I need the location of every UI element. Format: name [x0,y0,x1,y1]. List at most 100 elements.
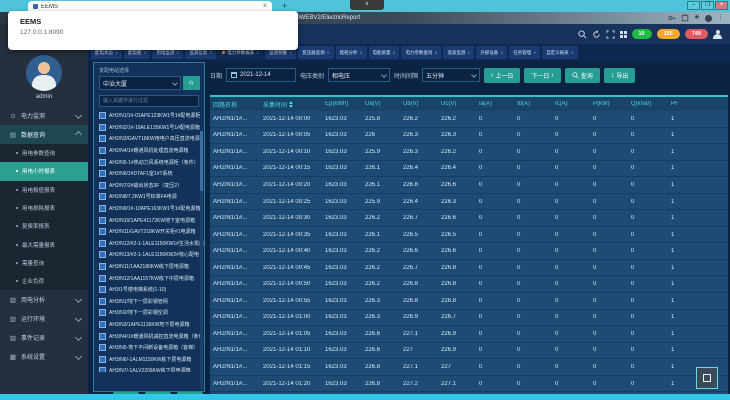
checkbox[interactable] [99,135,106,142]
checkbox[interactable] [99,298,106,305]
checkbox[interactable] [99,251,106,258]
refresh-icon[interactable] [592,30,601,39]
checkbox[interactable] [99,367,106,372]
table-row[interactable]: AH2/N1/1#... 2021-12-14 00:00 1623.03 22… [210,111,728,128]
sidebar-item-event-log[interactable]: ▨ 事件记录 [0,328,88,347]
checkbox[interactable] [99,170,106,177]
station-select[interactable]: 中治大厦 [99,76,181,90]
checkbox[interactable] [99,263,106,270]
tree-item[interactable]: AH3/N5-地下不间断设备电源箱（客梯） [94,342,204,354]
minimize-button[interactable]: – [687,1,700,10]
table-row[interactable]: AH2/N1/1#... 2021-12-14 00:15 1623.03 22… [210,161,728,178]
checkbox[interactable] [99,193,106,200]
status-badge-red[interactable]: 749 [685,29,708,39]
sidebar-subitem[interactable]: 需量查询 [0,254,88,272]
table-row[interactable]: AH2/N1/1#... 2021-12-14 00:05 1623.03 22… [210,128,728,145]
nav-tab[interactable]: 电能质量 ∨ [369,46,400,59]
date-input[interactable]: 2021-12-14 [226,68,296,82]
tree-item[interactable]: AH2/N12/#2-1-1ALE1150KW1#生活水泵房 [94,238,204,250]
interval-select[interactable]: 五分钟 [422,68,480,82]
table-row[interactable]: AH2/N1/1#... 2021-12-14 01:15 1623.03 22… [210,359,728,376]
fullscreen-icon[interactable] [606,30,615,39]
profile-avatar-icon[interactable] [705,15,712,22]
sidebar-item-power-monitor[interactable]: ⊙ 电力监测 [0,106,88,125]
tree-item[interactable]: AH3/N2/地下一层彩钢空调 [94,307,204,319]
nav-tab[interactable]: 外部设备 ∨ [476,46,507,59]
table-row[interactable]: AH2/N1/1#... 2021-12-14 00:55 1623.03 22… [210,293,728,310]
query-button[interactable]: 查询 [565,68,600,83]
tree-item[interactable]: AH3/N7/-1ALV2206KW栋下层电源箱 [94,365,204,372]
tree-item[interactable]: AH2/N10/1APE41172KW地下室电源箱 [94,214,204,226]
table-row[interactable]: AH2/N1/1#... 2021-12-14 01:05 1623.03 22… [210,326,728,343]
checkbox[interactable] [99,309,106,316]
bookmark-star-icon[interactable]: ★ [694,14,700,22]
checkbox[interactable] [99,344,106,351]
checkbox[interactable] [99,275,106,282]
horizontal-scrollbar[interactable] [0,394,730,400]
scrollbar-thumb[interactable] [200,131,203,191]
chevron-down-icon[interactable]: ∨ [350,0,384,10]
checkbox[interactable] [99,217,106,224]
sidebar-item-usage-analysis[interactable]: ▧ 用电分析 [0,290,88,309]
tree-item[interactable]: AH3/N1/地下一层彩钢管网 [94,296,204,308]
table-row[interactable]: AH2/N1/1#... 2021-12-14 00:45 1623.03 22… [210,260,728,277]
close-window-button[interactable]: × [715,1,728,10]
tree-item[interactable]: AH3/N4/1#暖通风机减控直流电源箱（条件） [94,330,204,342]
checkbox[interactable] [99,159,106,166]
user-icon[interactable] [713,30,722,39]
table-row[interactable]: AH2/N1/1#... 2021-12-14 00:20 1623.03 22… [210,177,728,194]
tree-item[interactable]: AH3/N11/1AA2180KW栋下层电源箱 [94,261,204,273]
prev-day-button[interactable]: ‹上一日 [484,68,520,83]
restore-button[interactable]: ❒ [701,1,714,10]
tree-item[interactable]: AH2/N3/GAVT18KW用电户高压直流电源 [94,133,204,145]
tree-filter-input[interactable] [99,95,199,107]
next-day-button[interactable]: 下一日› [524,68,560,83]
tree-item[interactable]: AH2/N5-1#热动力风系统电源柜（条件） [94,156,204,168]
address-bar[interactable]: 00WEBV2/ElectricReport [293,15,360,21]
search-icon[interactable] [578,30,587,39]
table-row[interactable]: AH2/N1/1#... 2021-12-14 01:20 1623.03 22… [210,376,728,393]
checkbox[interactable] [99,321,106,328]
checkbox[interactable] [99,205,106,212]
nav-tab[interactable]: 电力参数查询 ∨ [401,46,441,59]
tree-item[interactable]: AH2/N1/1#-01APE123KW1号1#配电源柜 [94,110,204,122]
checkbox[interactable] [99,286,106,293]
table-row[interactable]: AH2/N1/1#... 2021-12-14 00:50 1623.03 22… [210,276,728,293]
tree-item[interactable]: AH3/N6/-1ALM1150KW栋下层电源箱 [94,353,204,365]
floating-action-button[interactable] [696,367,718,389]
nav-tab[interactable]: 能耗分析 ∨ [336,46,367,59]
nav-tab[interactable]: 自定义报表 ∨ [542,46,577,59]
tree-item[interactable]: AH3/N12/1AA1157KW栋下中层电源箱 [94,272,204,284]
table-row[interactable]: AH2/N1/1#... 2021-12-14 01:10 1623.03 22… [210,343,728,360]
sidebar-subitem[interactable]: 最大需量报表 [0,235,88,253]
grid-icon[interactable] [620,31,627,38]
tree-item[interactable]: AH2/N7/2#输出状态3F（变压2） [94,180,204,192]
sidebar-item-environment[interactable]: ▥ 运行环境 [0,309,88,328]
sidebar-subitem[interactable]: 企业负荷 [0,272,88,290]
tree-item[interactable]: AH2/N11/GAVT218KW开关柜#1电源箱 [94,226,204,238]
tree-item[interactable]: AH2/N6/1#DTAF1室1#T系统 [94,168,204,180]
col-collect-time[interactable]: 采集时间 [260,100,322,109]
tree-item[interactable]: AH3/N3/1APE1136KW地下层电源箱 [94,319,204,331]
checkbox[interactable] [99,333,106,340]
browser-menu-icon[interactable]: ⋮ [717,14,724,22]
extensions-icon[interactable] [681,14,689,22]
sidebar-item-settings[interactable]: ▩ 系统设置 [0,347,88,366]
nav-tab[interactable]: 变压器监测 ∨ [298,46,333,59]
close-icon[interactable]: × [263,3,267,10]
nav-tab[interactable]: 任务管理 ∨ [509,46,540,59]
checkbox[interactable] [99,240,106,247]
table-row[interactable]: AH2/N1/1#... 2021-12-14 00:10 1623.03 22… [210,144,728,161]
sidebar-subitem[interactable]: 用电参数查询 [0,144,88,162]
key-icon[interactable] [668,14,676,22]
table-row[interactable]: AH2/N1/1#... 2021-12-14 00:25 1623.03 22… [210,194,728,211]
tree-item[interactable]: AH3/1号楼电梯系统(1-10) [94,284,204,296]
sidebar-subitem[interactable]: 用电极值报表 [0,181,88,199]
status-badge-green[interactable]: 10 [632,29,652,39]
tree-item[interactable]: AH2/N2/1#-18ALE135KW1号1#配电源箱 [94,122,204,134]
tree-item[interactable]: AH2/N8/7.2KW1号标准FA电源 [94,191,204,203]
tree-item[interactable]: AH2/N4/1#暖通风机处理直流电源箱 [94,145,204,157]
checkbox[interactable] [99,182,106,189]
tree-item[interactable]: AH2/N13/#2-1-1ALE1150KW2#核心配电 [94,249,204,261]
tree-scrollbar[interactable] [200,131,203,389]
